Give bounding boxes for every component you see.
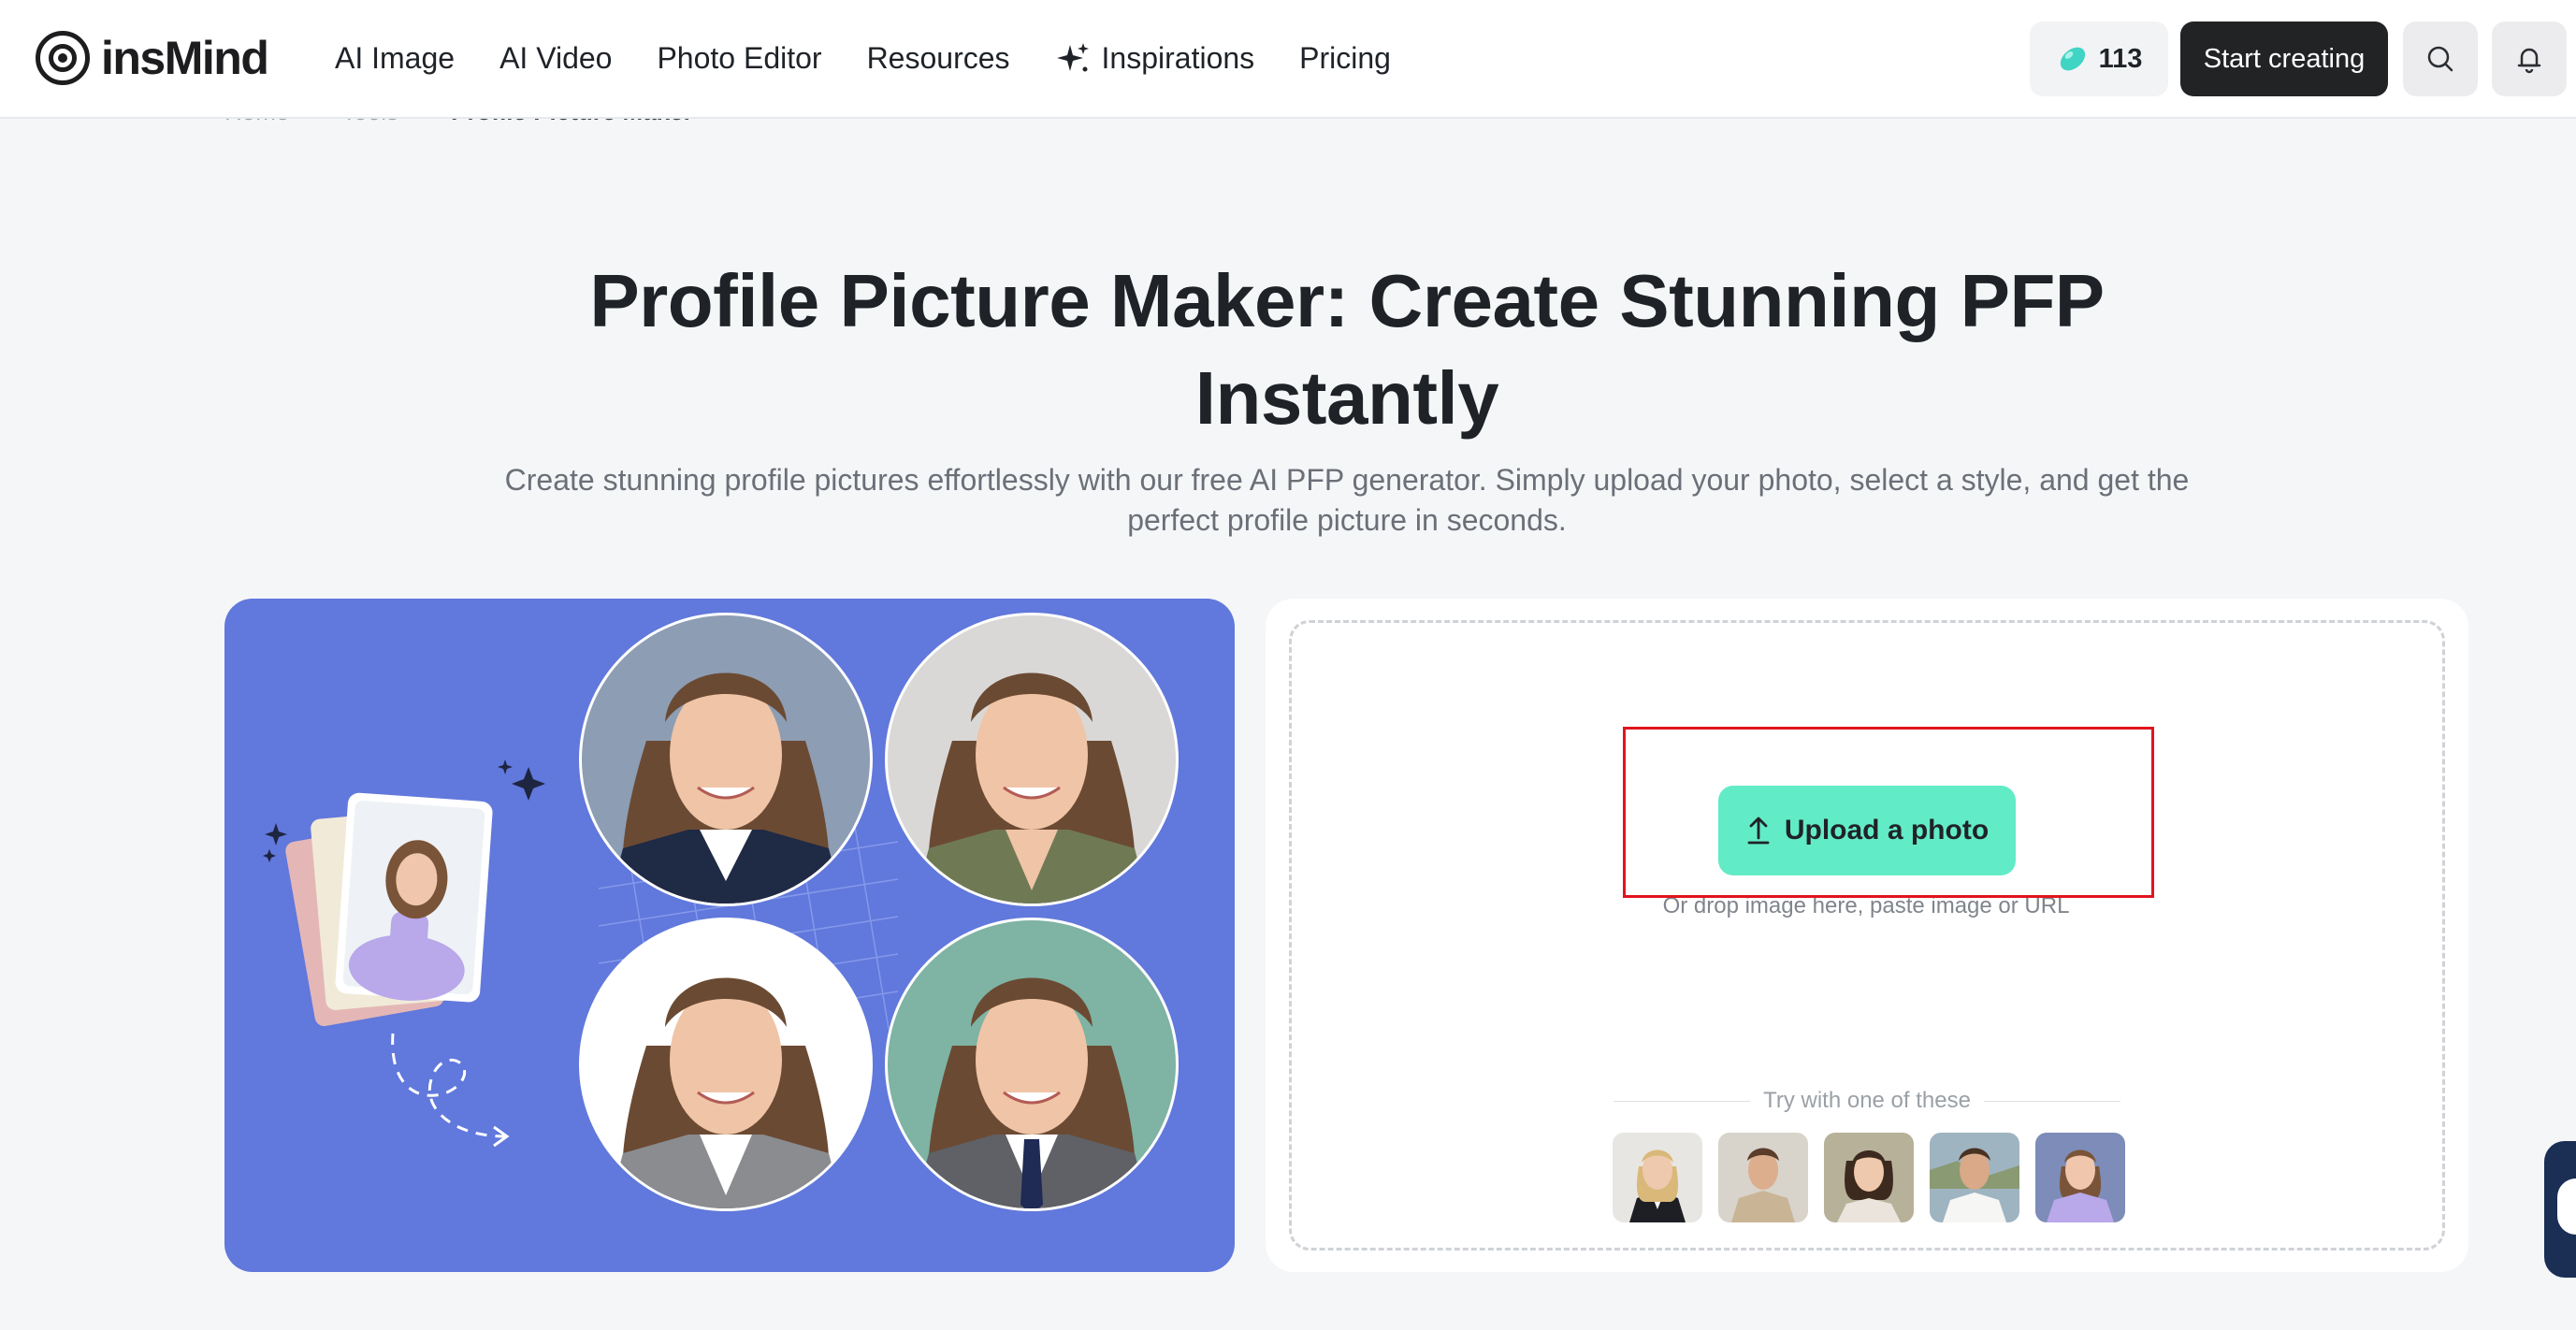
showcase-illustration (263, 613, 1179, 1211)
nav-item-label: Pricing (1299, 41, 1391, 75)
nav-item-ai-image[interactable]: AI Image (335, 41, 455, 76)
sample-divider: Try with one of these (1614, 1087, 2121, 1115)
try-samples-label: Try with one of these (1763, 1088, 1971, 1113)
page-subtitle: Create stunning profile pictures effortl… (504, 463, 2190, 537)
divider-line (1983, 1100, 2121, 1102)
bell-icon (2517, 48, 2541, 74)
search-icon (2427, 46, 2453, 72)
nav-item-label: AI Video (499, 41, 613, 75)
sparkle-icon (1055, 41, 1091, 77)
sample-image[interactable] (2035, 1133, 2125, 1222)
main-nav: AI Image AI Video Photo Editor Resources… (335, 0, 1436, 117)
credit-gem-icon (2056, 42, 2090, 76)
start-creating-button[interactable]: Start creating (2180, 22, 2388, 96)
chat-widget-button[interactable] (2544, 1141, 2576, 1278)
logo-icon (36, 31, 90, 85)
feature-showcase-image (224, 599, 1235, 1272)
sample-image[interactable] (1824, 1133, 1914, 1222)
nav-item-label: AI Image (335, 41, 456, 75)
brand-name: insMind (101, 32, 269, 84)
nav-item-label: Photo Editor (657, 41, 822, 75)
sample-image[interactable] (1613, 1133, 1702, 1222)
nav-item-inspirations[interactable]: Inspirations (1055, 41, 1255, 77)
top-navigation-bar: insMind AI Image AI Video Photo Editor R… (0, 0, 2576, 119)
sample-images (1613, 1133, 2125, 1222)
brand-logo[interactable]: insMind (36, 30, 269, 86)
nav-item-photo-editor[interactable]: Photo Editor (657, 41, 821, 76)
sample-image[interactable] (1930, 1133, 2019, 1222)
nav-item-resources[interactable]: Resources (867, 41, 1010, 76)
notifications-button[interactable] (2492, 22, 2567, 96)
nav-item-label: Resources (866, 41, 1010, 75)
credits-counter[interactable]: 113 (2030, 22, 2168, 96)
nav-item-label: Inspirations (1101, 41, 1255, 75)
search-button[interactable] (2403, 22, 2478, 96)
nav-item-pricing[interactable]: Pricing (1299, 41, 1391, 76)
page-title: Profile Picture Maker: Create Stunning P… (589, 259, 2105, 440)
focus-highlight (1623, 727, 2154, 898)
sample-image[interactable] (1718, 1133, 1808, 1222)
divider-line (1614, 1100, 1751, 1102)
nav-item-ai-video[interactable]: AI Video (499, 41, 612, 76)
credits-value: 113 (2098, 43, 2143, 74)
